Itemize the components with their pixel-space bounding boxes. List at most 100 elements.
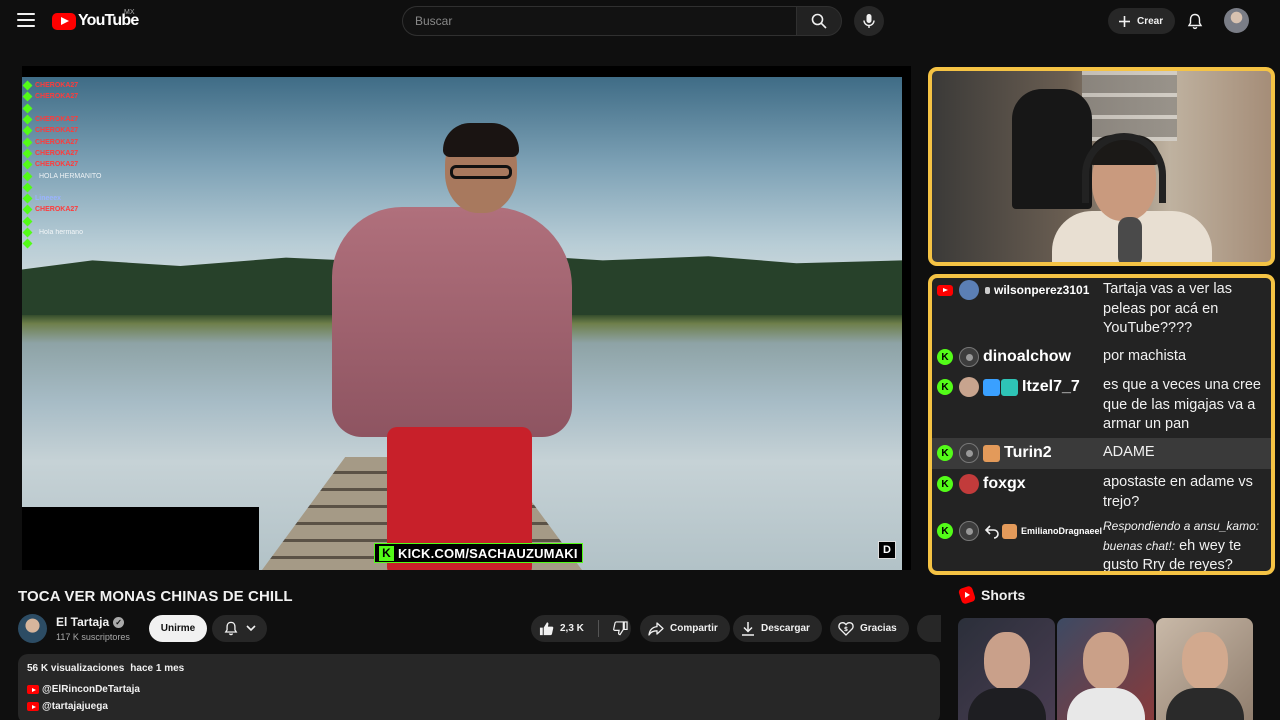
channel-name-link[interactable]: El Tartaja ✓ (56, 615, 125, 629)
kick-banner-text: KICK.COM/SACHAUZUMAKI (398, 545, 578, 561)
chat-username: EmilianoDragnaeel (1021, 526, 1103, 536)
chat-message: K Turin2 ADAME (932, 438, 1271, 469)
corner-badge: D (878, 541, 896, 559)
download-label: Descargar (761, 623, 810, 634)
stream-overlay-chat: CHEROKA27 CHEROKA27 CHEROKA27 CHEROKA27 CHER… (22, 80, 224, 249)
chat-message: K EmilianoDragnaeel Respondiendo a ansu_… (932, 513, 1271, 571)
channel-link-text: @tartajajuega (42, 701, 108, 712)
overlay-username: CHEROKA27 (35, 206, 79, 214)
chat-username: Turin2 (1004, 444, 1052, 461)
chat-username: Itzel7_7 (1022, 378, 1080, 395)
chat-message: K foxgx apostaste en adame vs trejo? (932, 469, 1271, 513)
chat-message: K dinoalchow por machista (932, 344, 1271, 374)
short-thumbnail[interactable] (1156, 618, 1253, 720)
channel-link[interactable]: @tartajajuega (27, 701, 108, 712)
video-player[interactable]: CHEROKA27 CHEROKA27 CHEROKA27 CHEROKA27 CHER… (22, 66, 911, 570)
overlay-chat-line: CHEROKA27 (22, 159, 224, 170)
channel-link[interactable]: @ElRinconDeTartaja (27, 684, 140, 695)
kick-icon (22, 159, 33, 170)
thumbs-down-icon (613, 621, 628, 636)
shorts-header: Shorts (957, 585, 1026, 605)
menu-icon[interactable] (17, 13, 35, 27)
kick-icon (22, 193, 33, 204)
microphone-icon (863, 14, 875, 28)
overlay-chat-line: CHEROKA27 (22, 204, 224, 215)
overlay-chat-line (22, 103, 224, 114)
share-button[interactable]: Compartir (640, 615, 730, 642)
voice-search-button[interactable] (854, 6, 884, 36)
badge-icon (983, 378, 1000, 396)
kick-icon (22, 80, 33, 91)
overlay-chat-line: CHEROKA27 (22, 136, 224, 148)
download-button[interactable]: Descargar (733, 615, 822, 642)
account-avatar[interactable] (1224, 8, 1249, 33)
kick-icon (22, 125, 33, 136)
bell-icon (224, 621, 237, 636)
overlay-message: Hola hermano (39, 229, 83, 236)
badge-icon (983, 444, 1000, 462)
dislike-button[interactable] (605, 615, 628, 642)
channel-avatar[interactable] (18, 614, 47, 643)
thanks-heart-icon: $ (838, 622, 854, 636)
kick-icon (22, 137, 33, 148)
kick-icon: K (937, 379, 953, 395)
overlay-chat-line: CHEROKA27 (22, 91, 224, 102)
share-label: Compartir (670, 623, 718, 634)
badge-icon (1002, 523, 1017, 539)
youtube-icon (937, 282, 953, 298)
shorts-heading: Shorts (981, 587, 1026, 603)
overlay-chat-line: Hola hermano (22, 227, 224, 238)
user-avatar (959, 521, 979, 541)
streamer-cam (928, 67, 1275, 266)
stream-chat-panel: wilsonperez3101 Tartaja vas a ver las pe… (928, 274, 1275, 575)
overlay-chat-line: CHEROKA27 (22, 80, 224, 91)
overlay-username: CHEROKA27 (35, 127, 79, 135)
overlay-message: HOLA HERMANITO (39, 172, 102, 180)
thanks-label: Gracias (860, 623, 897, 634)
chat-username: dinoalchow (983, 348, 1071, 365)
kick-icon (22, 238, 33, 249)
subscription-notifications-button[interactable] (212, 615, 267, 642)
notifications-button[interactable] (1184, 10, 1206, 32)
chat-message: K Itzel7_7 es que a veces una cree que d… (932, 374, 1271, 438)
thumbs-up-icon (539, 622, 554, 636)
search-input[interactable] (403, 7, 796, 35)
video-stats: 56 K visualizaciones hace 1 mes (27, 663, 184, 674)
bell-icon (1187, 13, 1203, 29)
chat-username: foxgx (983, 475, 1026, 492)
channel-name: El Tartaja (56, 615, 110, 629)
search-button[interactable] (796, 6, 842, 36)
like-count: 2,3 K (560, 623, 584, 634)
youtube-icon (27, 702, 39, 711)
overlay-chat-line: CHEROKA27 (22, 125, 224, 136)
overlay-chat-line (22, 238, 224, 249)
chat-text: por machista (1103, 348, 1187, 364)
chevron-down-icon (245, 625, 256, 632)
overlay-chat-line: CHEROKA27 (22, 148, 224, 159)
overlay-chat-line: HOLA HERMANITO (22, 170, 224, 181)
join-button[interactable]: Unirme (149, 615, 207, 642)
overlay-username: CHEROKA27 (35, 161, 79, 169)
short-thumbnail[interactable] (958, 618, 1055, 720)
badge-icon (1001, 378, 1018, 396)
overlay-username: CHEROKA27 (35, 149, 79, 157)
plus-icon (1119, 15, 1130, 27)
top-bar: YouTube MX Crear (0, 0, 1280, 42)
thanks-button[interactable]: $ Gracias (830, 615, 909, 642)
kick-icon: K (937, 523, 953, 539)
description-box[interactable]: 56 K visualizaciones hace 1 mes @ElRinco… (18, 654, 940, 720)
kick-logo-icon: K (379, 545, 394, 561)
subscriber-count: 117 K suscriptores (56, 632, 130, 642)
more-actions-button[interactable] (917, 615, 941, 642)
chat-text: apostaste en adame vs trejo? (1103, 474, 1253, 510)
short-thumbnail[interactable] (1057, 618, 1154, 720)
kick-icon (22, 171, 33, 181)
create-button[interactable]: Crear (1108, 8, 1176, 34)
chat-username: wilsonperez3101 (994, 283, 1090, 297)
user-avatar (959, 347, 979, 367)
mic-icon (985, 286, 990, 294)
kick-icon: K (937, 476, 953, 492)
like-button[interactable]: 2,3 K (531, 615, 584, 642)
shorts-icon (957, 585, 977, 605)
like-divider (597, 620, 599, 637)
